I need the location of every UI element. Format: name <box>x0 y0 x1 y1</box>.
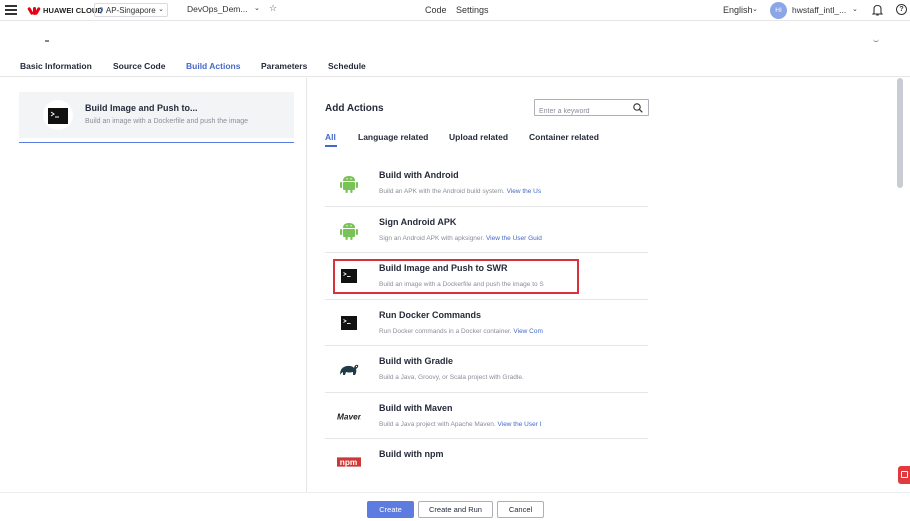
highlight-annotation <box>333 259 579 294</box>
active-filter-indicator <box>325 145 337 147</box>
list-item[interactable]: Sign Android APK Sign an Android APK wit… <box>325 207 648 253</box>
help-icon[interactable]: ? <box>896 4 907 15</box>
breadcrumb-fragment <box>45 40 49 42</box>
tab-parameters[interactable]: Parameters <box>261 61 307 71</box>
view-user-guide-link[interactable]: View the Us <box>507 188 542 195</box>
action-search <box>534 99 649 119</box>
huawei-logo-icon <box>27 5 41 16</box>
chevron-down-icon: ⌄ <box>158 6 164 13</box>
terminal-icon <box>48 108 68 124</box>
selected-step-title: Build Image and Push to... <box>85 103 198 113</box>
list-item[interactable]: npm Build with npm <box>325 439 648 479</box>
nav-settings[interactable]: Settings <box>456 5 489 15</box>
action-description: Run Docker commands in a Docker containe… <box>379 327 543 335</box>
task-config-tabs: Basic Information Source Code Build Acti… <box>0 44 910 77</box>
add-actions-heading: Add Actions <box>325 103 384 114</box>
selected-step-indicator <box>19 142 294 143</box>
filter-upload-related[interactable]: Upload related <box>449 132 508 142</box>
cancel-button[interactable]: Cancel <box>497 501 544 518</box>
maven-icon: Maven <box>337 411 361 421</box>
action-list: Build with Android Build an APK with the… <box>325 160 648 479</box>
list-item[interactable]: Run Docker Commands Run Docker commands … <box>325 300 648 346</box>
action-title: Run Docker Commands <box>379 309 482 320</box>
list-item[interactable]: Build with Gradle Build a Java, Groovy, … <box>325 346 648 393</box>
chevron-down-icon[interactable]: ⌄ <box>852 5 858 13</box>
action-title: Build with Android <box>379 170 459 180</box>
notification-bell-icon[interactable] <box>872 4 883 16</box>
view-user-guide-link[interactable]: View the User I <box>498 421 542 428</box>
feedback-icon <box>901 471 908 478</box>
language-selector[interactable]: English <box>723 5 753 15</box>
view-commands-link[interactable]: View Com <box>513 328 543 335</box>
action-title: Sign Android APK <box>379 216 457 227</box>
svg-text:Maven: Maven <box>337 411 361 421</box>
footer-divider <box>0 492 910 493</box>
action-description: Build a Java project with Apache Maven. … <box>379 420 542 428</box>
action-description: Sign an Android APK with apksigner. View… <box>379 234 542 242</box>
chevron-down-icon[interactable]: ⌄ <box>254 4 260 12</box>
svg-text:npm: npm <box>340 457 358 467</box>
filter-all[interactable]: All <box>325 132 336 142</box>
view-user-guide-link[interactable]: View the User Guid <box>486 235 542 242</box>
search-input[interactable] <box>535 104 627 119</box>
filter-container-related[interactable]: Container related <box>529 132 599 142</box>
collapse-icon[interactable] <box>873 38 879 42</box>
list-item[interactable]: Maven Build with Maven Build a Java proj… <box>325 393 648 439</box>
project-selector[interactable]: DevOps_Dem... <box>187 4 247 14</box>
nav-code[interactable]: Code <box>425 5 447 15</box>
selected-step-description: Build an image with a Dockerfile and pus… <box>85 118 249 125</box>
tab-build-actions[interactable]: Build Actions <box>186 61 240 71</box>
avatar[interactable]: HI <box>770 2 787 19</box>
panel-divider <box>306 78 307 493</box>
huawei-cloud-logo[interactable]: HUAWEI CLOUD <box>27 5 103 16</box>
android-icon <box>340 176 358 193</box>
create-button[interactable]: Create <box>367 501 414 518</box>
gradle-icon <box>340 364 359 375</box>
scrollbar[interactable] <box>897 78 903 188</box>
tab-basic-information[interactable]: Basic Information <box>20 61 92 71</box>
location-pin-icon: ⚲ <box>98 5 104 15</box>
selected-build-step[interactable]: Build Image and Push to... Build an imag… <box>19 92 294 138</box>
terminal-icon <box>341 315 357 330</box>
search-icon[interactable] <box>633 103 643 113</box>
hamburger-menu-icon[interactable] <box>5 5 17 15</box>
action-title: Build with Maven <box>379 402 453 413</box>
action-description: Build a Java, Groovy, or Scala project w… <box>379 374 524 381</box>
tab-schedule[interactable]: Schedule <box>328 61 366 71</box>
region-label: AP-Singapore <box>105 5 156 15</box>
action-title: Build with Gradle <box>379 356 454 366</box>
list-item[interactable]: Build with Android Build an APK with the… <box>325 160 648 207</box>
chevron-down-icon[interactable]: ⌄ <box>752 5 758 13</box>
top-bar: HUAWEI CLOUD ⚲ AP-Singapore ⌄ DevOps_Dem… <box>0 0 910 21</box>
android-icon <box>340 222 358 240</box>
filter-language-related[interactable]: Language related <box>358 132 428 142</box>
tab-source-code[interactable]: Source Code <box>113 61 165 71</box>
npm-icon: npm <box>337 457 361 467</box>
action-description: Build an APK with the Android build syst… <box>379 188 542 195</box>
action-title: Build with npm <box>379 449 444 459</box>
username[interactable]: hwstaff_intl_... <box>792 5 846 15</box>
region-selector[interactable]: ⚲ AP-Singapore ⌄ <box>94 3 168 17</box>
favorite-star-icon[interactable]: ☆ <box>269 3 277 14</box>
feedback-float-button[interactable] <box>898 466 910 484</box>
create-and-run-button[interactable]: Create and Run <box>418 501 493 518</box>
